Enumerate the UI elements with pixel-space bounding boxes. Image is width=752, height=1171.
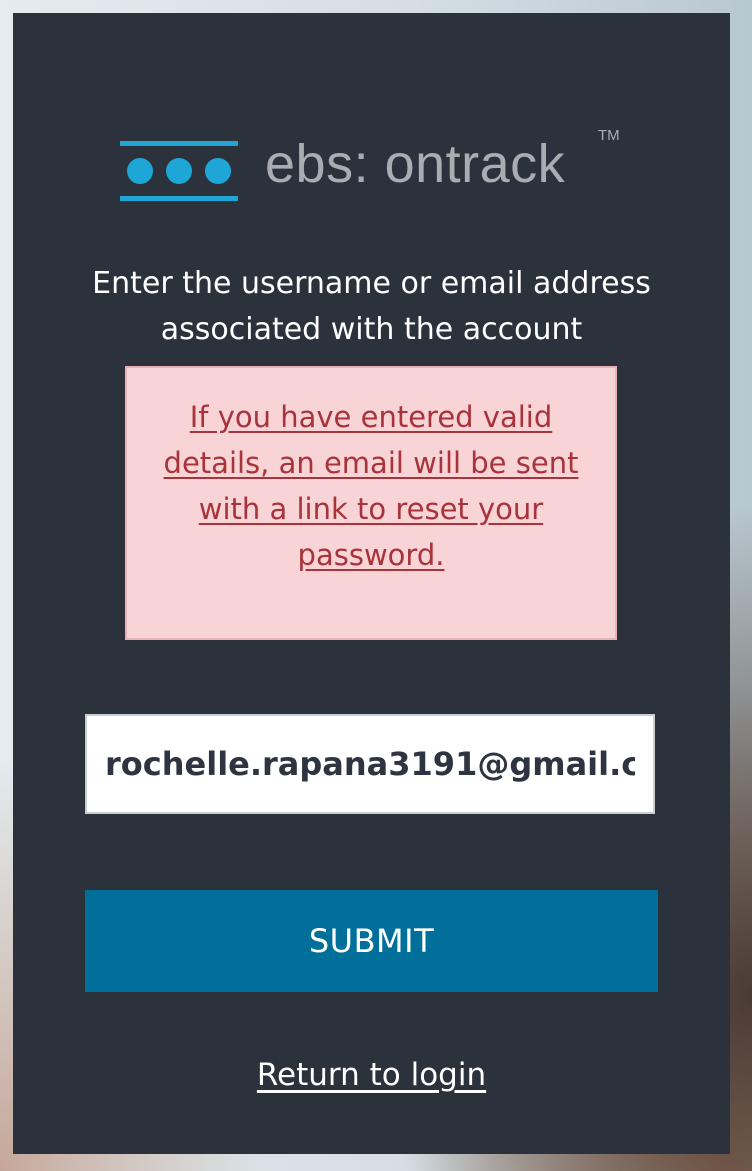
reset-password-panel: ebs: ontrack TM Enter the username or em…: [13, 13, 730, 1154]
submit-button[interactable]: SUBMIT: [85, 890, 658, 992]
three-dots-logo-icon: [120, 141, 238, 201]
instructions-text: Enter the username or email address asso…: [92, 266, 651, 347]
brand-name: ebs: ontrack: [265, 134, 566, 194]
alert-message-link[interactable]: If you have entered valid details, an em…: [143, 394, 599, 578]
brand-logo: ebs: ontrack TM: [120, 125, 630, 215]
alert-box: If you have entered valid details, an em…: [125, 366, 617, 640]
email-field[interactable]: [85, 714, 655, 814]
trademark-symbol: TM: [598, 127, 620, 144]
return-to-login-link[interactable]: Return to login: [13, 1057, 730, 1093]
